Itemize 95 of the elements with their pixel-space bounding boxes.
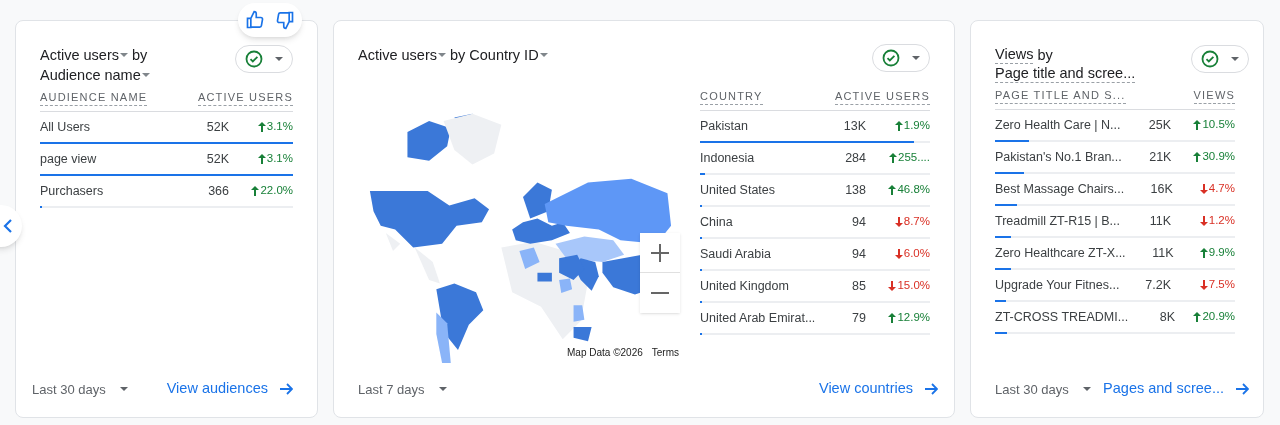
arrow-right-icon — [1236, 382, 1249, 397]
row-value: 94 — [851, 213, 866, 231]
caret-icon — [1231, 57, 1239, 61]
row-label: Zero Healthcare ZT-X... — [995, 244, 1126, 262]
metric-dropdown[interactable]: Active users — [40, 45, 128, 65]
row-value: 7.2K — [1144, 276, 1171, 294]
row-value: 284 — [844, 149, 866, 167]
date-range-dropdown[interactable]: Last 30 days — [987, 375, 1099, 403]
change-percent: 22.0% — [260, 183, 293, 199]
row-label: All Users — [40, 118, 91, 136]
change-percent: 46.8% — [897, 182, 930, 198]
row-label: Treadmill ZT-R15 | B... — [995, 212, 1121, 230]
arrow-right-icon — [280, 382, 293, 397]
column-header[interactable]: ACTIVE USERS — [197, 90, 293, 106]
plus-icon — [651, 243, 669, 262]
row-label: Saudi Arabia — [700, 245, 772, 263]
row-value: 13K — [842, 117, 866, 135]
row-label: China — [700, 213, 734, 231]
change-percent: 1.9% — [903, 118, 930, 134]
row-label: ZT-CROSS TREADMI... — [995, 308, 1129, 326]
row-value: 138 — [844, 181, 866, 199]
change-percent: 4.7% — [1208, 181, 1235, 197]
metric-dropdown[interactable]: Active users — [358, 45, 446, 65]
caret-icon — [539, 53, 548, 57]
thumbs-up-icon[interactable] — [245, 10, 265, 30]
column-header[interactable]: ACTIVE USERS — [834, 89, 930, 105]
row-value: 11K — [1148, 212, 1171, 230]
row-label: Best Massage Chairs... — [995, 180, 1125, 198]
change-percent: 8.7% — [903, 214, 930, 230]
metric-label[interactable]: Views — [995, 46, 1034, 64]
metric-dropdown[interactable]: Audience name — [40, 65, 150, 85]
row-label: United Kingdom — [700, 277, 790, 295]
change-percent: 15.0% — [897, 278, 930, 294]
caret-icon — [141, 73, 150, 77]
change-percent: 255.... — [898, 150, 930, 166]
row-value: 366 — [207, 182, 229, 200]
column-header[interactable]: AUDIENCE NAME — [40, 90, 148, 106]
change-percent: 3.1% — [266, 119, 293, 135]
change-percent: 6.0% — [903, 246, 930, 262]
thumbs-down-icon[interactable] — [275, 10, 295, 30]
check-circle-icon — [1201, 50, 1219, 68]
title-text: by — [1037, 46, 1053, 65]
row-value: 94 — [851, 245, 866, 263]
terms-link[interactable]: Terms — [651, 346, 679, 360]
metric-label[interactable]: Page title and scree... — [995, 65, 1136, 83]
row-value: 8K — [1158, 308, 1175, 326]
date-range-dropdown[interactable]: Last 7 days — [350, 375, 455, 403]
row-value: 85 — [851, 277, 866, 295]
row-value: 52K — [205, 150, 229, 168]
column-header[interactable]: PAGE TITLE AND S... — [995, 88, 1126, 104]
row-label: Indonesia — [700, 149, 756, 167]
metric-dropdown[interactable]: Country ID — [469, 45, 548, 65]
change-percent: 1.2% — [1208, 213, 1235, 229]
column-header[interactable]: VIEWS — [1193, 88, 1235, 104]
row-value: 11K — [1151, 244, 1174, 262]
row-value: 16K — [1149, 180, 1173, 198]
row-value: 21K — [1148, 148, 1172, 166]
caret-icon — [912, 56, 920, 60]
row-label: Pakistan — [700, 117, 749, 135]
check-circle-icon — [245, 50, 263, 68]
title-text: by — [132, 46, 148, 65]
view-link[interactable]: View countries — [818, 378, 938, 401]
caret-icon — [438, 387, 447, 392]
caret-icon — [275, 57, 283, 61]
chevron-left-icon — [3, 219, 13, 233]
change-percent: 3.1% — [266, 151, 293, 167]
change-percent: 7.5% — [1208, 277, 1235, 293]
minus-icon — [651, 292, 669, 294]
date-range-dropdown[interactable]: Last 30 days — [24, 375, 136, 403]
change-percent: 10.5% — [1202, 117, 1235, 133]
caret-icon — [120, 53, 128, 57]
row-value: 79 — [851, 309, 866, 327]
title-text: by — [450, 46, 466, 65]
view-link[interactable]: View audiences — [166, 378, 293, 401]
row-label: Purchasers — [40, 182, 105, 200]
column-header[interactable]: COUNTRY — [700, 89, 763, 105]
map-attribution: Map Data ©2026 — [567, 346, 643, 360]
row-label: Upgrade Your Fitnes... — [995, 276, 1121, 294]
caret-icon — [1082, 387, 1091, 392]
row-label: United States — [700, 181, 777, 199]
change-percent: 20.9% — [1202, 309, 1235, 325]
row-label: United Arab Emirat... — [700, 309, 816, 327]
change-percent: 12.9% — [897, 310, 930, 326]
view-link[interactable]: Pages and scree... — [1103, 378, 1249, 401]
row-value: 25K — [1147, 116, 1171, 134]
row-label: page view — [40, 150, 98, 168]
caret-icon — [119, 387, 128, 392]
change-percent: 30.9% — [1202, 149, 1235, 165]
change-percent: 9.9% — [1208, 245, 1235, 261]
row-label: Pakistan's No.1 Bran... — [995, 148, 1122, 166]
arrow-right-icon — [925, 382, 938, 397]
row-label: Zero Health Care | N... — [995, 116, 1121, 134]
row-value: 52K — [205, 118, 229, 136]
check-circle-icon — [882, 49, 900, 67]
caret-icon — [438, 53, 446, 57]
